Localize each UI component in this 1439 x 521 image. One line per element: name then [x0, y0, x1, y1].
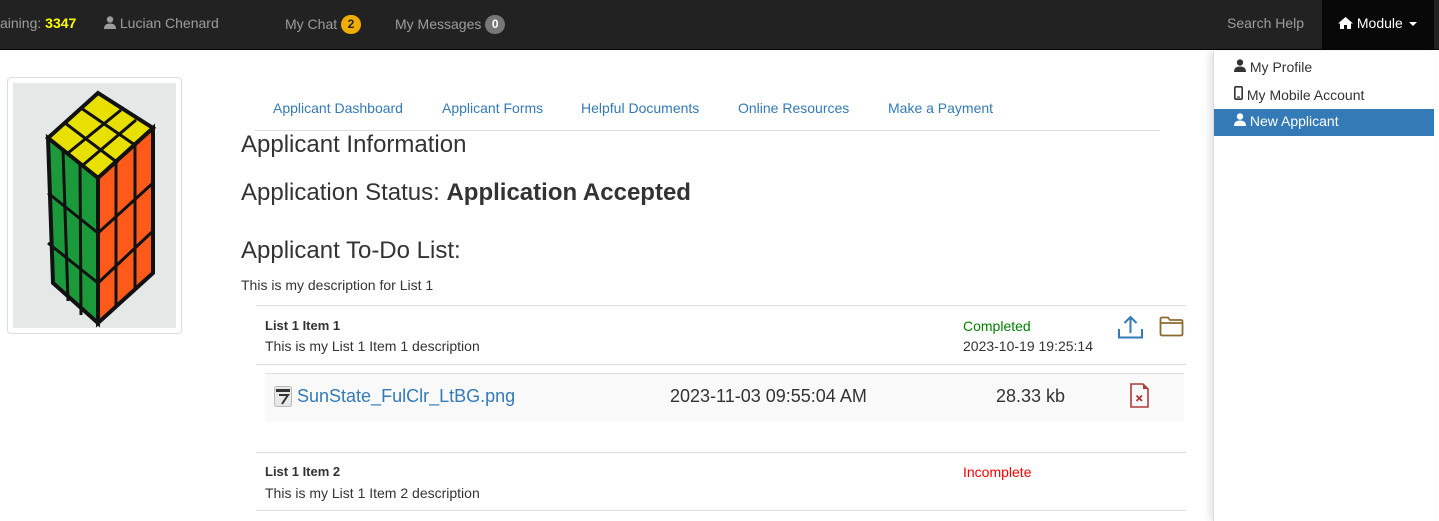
rubiks-cube-image — [13, 83, 176, 328]
my-chat-link[interactable]: My Chat 2 — [285, 15, 362, 34]
my-messages-label: My Messages — [395, 16, 482, 32]
item-description: This is my List 1 Item 1 description — [265, 338, 480, 354]
menu-item-label: My Mobile Account — [1246, 87, 1365, 103]
module-dropdown-toggle[interactable]: Module — [1322, 0, 1434, 50]
remaining-label: aining: — [0, 15, 42, 31]
divider — [256, 305, 1186, 306]
menu-item-my-profile[interactable]: My Profile — [1214, 55, 1434, 82]
navbar: aining: 3347 Lucian Chenard My Chat 2 My… — [0, 0, 1439, 50]
status-value: Application Accepted — [446, 179, 691, 206]
tab-applicant-forms[interactable]: Applicant Forms — [442, 100, 543, 116]
my-chat-label: My Chat — [285, 16, 338, 32]
chat-badge: 2 — [341, 15, 362, 34]
user-icon — [104, 16, 116, 29]
menu-item-label: My Profile — [1249, 59, 1313, 75]
remaining-counter: aining: 3347 — [0, 15, 76, 31]
upload-icon[interactable] — [1118, 315, 1143, 339]
home-icon — [1338, 17, 1353, 29]
item-title: List 1 Item 2 — [265, 464, 341, 479]
file-date: 2023-11-03 09:55:04 AM — [670, 386, 867, 406]
file-size: 28.33 kb — [996, 386, 1066, 406]
divider — [256, 510, 1186, 511]
search-help-link[interactable]: Search Help — [1227, 15, 1304, 31]
file-image-icon — [274, 386, 292, 407]
application-status: Application Status: Application Accepted — [241, 179, 691, 207]
item-description: This is my List 1 Item 2 description — [265, 485, 480, 501]
menu-item-my-mobile-account[interactable]: My Mobile Account — [1214, 82, 1434, 109]
applicant-tabs: Applicant Dashboard Applicant Forms Help… — [255, 100, 1160, 131]
module-label: Module — [1356, 15, 1403, 31]
tab-applicant-dashboard[interactable]: Applicant Dashboard — [273, 100, 403, 116]
menu-item-label: New Applicant — [1249, 113, 1339, 129]
user-link[interactable]: Lucian Chenard — [104, 15, 219, 31]
page-title: Applicant Information — [241, 131, 467, 158]
my-messages-link[interactable]: My Messages 0 — [395, 15, 506, 34]
item-status: Completed — [963, 318, 1031, 334]
tab-online-resources[interactable]: Online Resources — [738, 100, 849, 116]
user-tie-icon — [1234, 113, 1246, 126]
list-description: This is my description for List 1 — [241, 277, 434, 293]
menu-item-new-applicant[interactable]: New Applicant — [1214, 109, 1434, 136]
file-name-link[interactable]: SunState_FulClr_LtBG.png — [297, 386, 515, 407]
todo-list-title: Applicant To-Do List: — [241, 237, 461, 264]
tab-make-a-payment[interactable]: Make a Payment — [888, 100, 993, 116]
divider — [256, 452, 1186, 453]
remaining-value: 3347 — [45, 15, 77, 31]
caret-down-icon — [1408, 22, 1417, 26]
mobile-icon — [1234, 86, 1244, 100]
folder-icon[interactable] — [1159, 316, 1184, 337]
delete-file-icon[interactable] — [1130, 383, 1149, 408]
user-name: Lucian Chenard — [119, 15, 219, 31]
item-title: List 1 Item 1 — [265, 318, 341, 333]
attached-file-row: SunState_FulClr_LtBG.png 2023-11-03 09:5… — [265, 373, 1184, 422]
divider — [256, 364, 1186, 365]
status-label: Application Status: — [241, 179, 440, 206]
user-tie-icon — [1234, 59, 1246, 72]
item-date: 2023-10-19 19:25:14 — [963, 338, 1093, 354]
tab-helpful-documents[interactable]: Helpful Documents — [581, 100, 699, 116]
module-dropdown-menu: My Profile My Mobile Account New Applica… — [1213, 51, 1434, 521]
item-status: Incomplete — [963, 464, 1032, 480]
profile-image — [7, 77, 182, 334]
messages-badge: 0 — [485, 15, 506, 34]
